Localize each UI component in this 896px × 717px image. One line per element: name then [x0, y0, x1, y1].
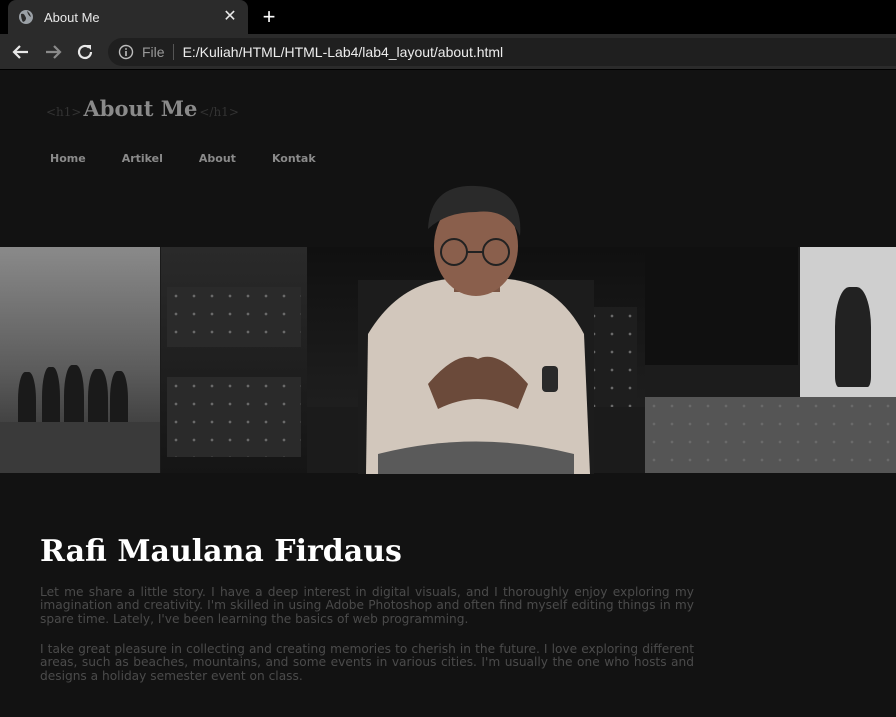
- main-nav: Home Artikel About Kontak: [50, 152, 352, 165]
- nav-about-link[interactable]: About: [199, 152, 236, 165]
- address-scheme-label: File: [142, 44, 174, 60]
- new-tab-button[interactable]: +: [258, 6, 280, 28]
- nav-home-link[interactable]: Home: [50, 152, 86, 165]
- heading-open-tag: <h1>: [46, 105, 82, 119]
- reload-icon[interactable]: [74, 41, 96, 63]
- back-arrow-icon[interactable]: [10, 41, 32, 63]
- tab-title: About Me: [44, 9, 100, 25]
- indoor-group-photo: [161, 247, 307, 473]
- page-title: About Me: [83, 96, 198, 121]
- close-icon[interactable]: ✕: [222, 9, 238, 25]
- address-bar[interactable]: File E:/Kuliah/HTML/HTML-Lab4/lab4_layou…: [108, 38, 896, 66]
- globe-icon: [19, 10, 33, 24]
- person-name: Rafi Maulana Firdaus: [40, 534, 402, 569]
- browser-tab[interactable]: About Me ✕: [8, 0, 248, 34]
- about-paragraph-2: I take great pleasure in collecting and …: [40, 642, 694, 683]
- browser-toolbar: File E:/Kuliah/HTML/HTML-Lab4/lab4_layou…: [0, 34, 896, 70]
- nav-artikel-link[interactable]: Artikel: [122, 152, 163, 165]
- heading-close-tag: </h1>: [199, 105, 239, 119]
- profile-portrait: [358, 185, 594, 474]
- page-body: <h1> About Me </h1> Home Artikel About K…: [0, 70, 896, 717]
- forward-arrow-icon[interactable]: [42, 41, 64, 63]
- browser-tab-bar: About Me ✕ +: [0, 0, 896, 34]
- beach-group-photo: [0, 247, 160, 473]
- info-icon[interactable]: [118, 44, 134, 60]
- friends-collage-photo: [645, 247, 896, 473]
- about-paragraph-1: Let me share a little story. I have a de…: [40, 585, 694, 626]
- page-heading: <h1> About Me </h1>: [46, 96, 239, 121]
- address-url[interactable]: E:/Kuliah/HTML/HTML-Lab4/lab4_layout/abo…: [183, 44, 504, 60]
- nav-kontak-link[interactable]: Kontak: [272, 152, 316, 165]
